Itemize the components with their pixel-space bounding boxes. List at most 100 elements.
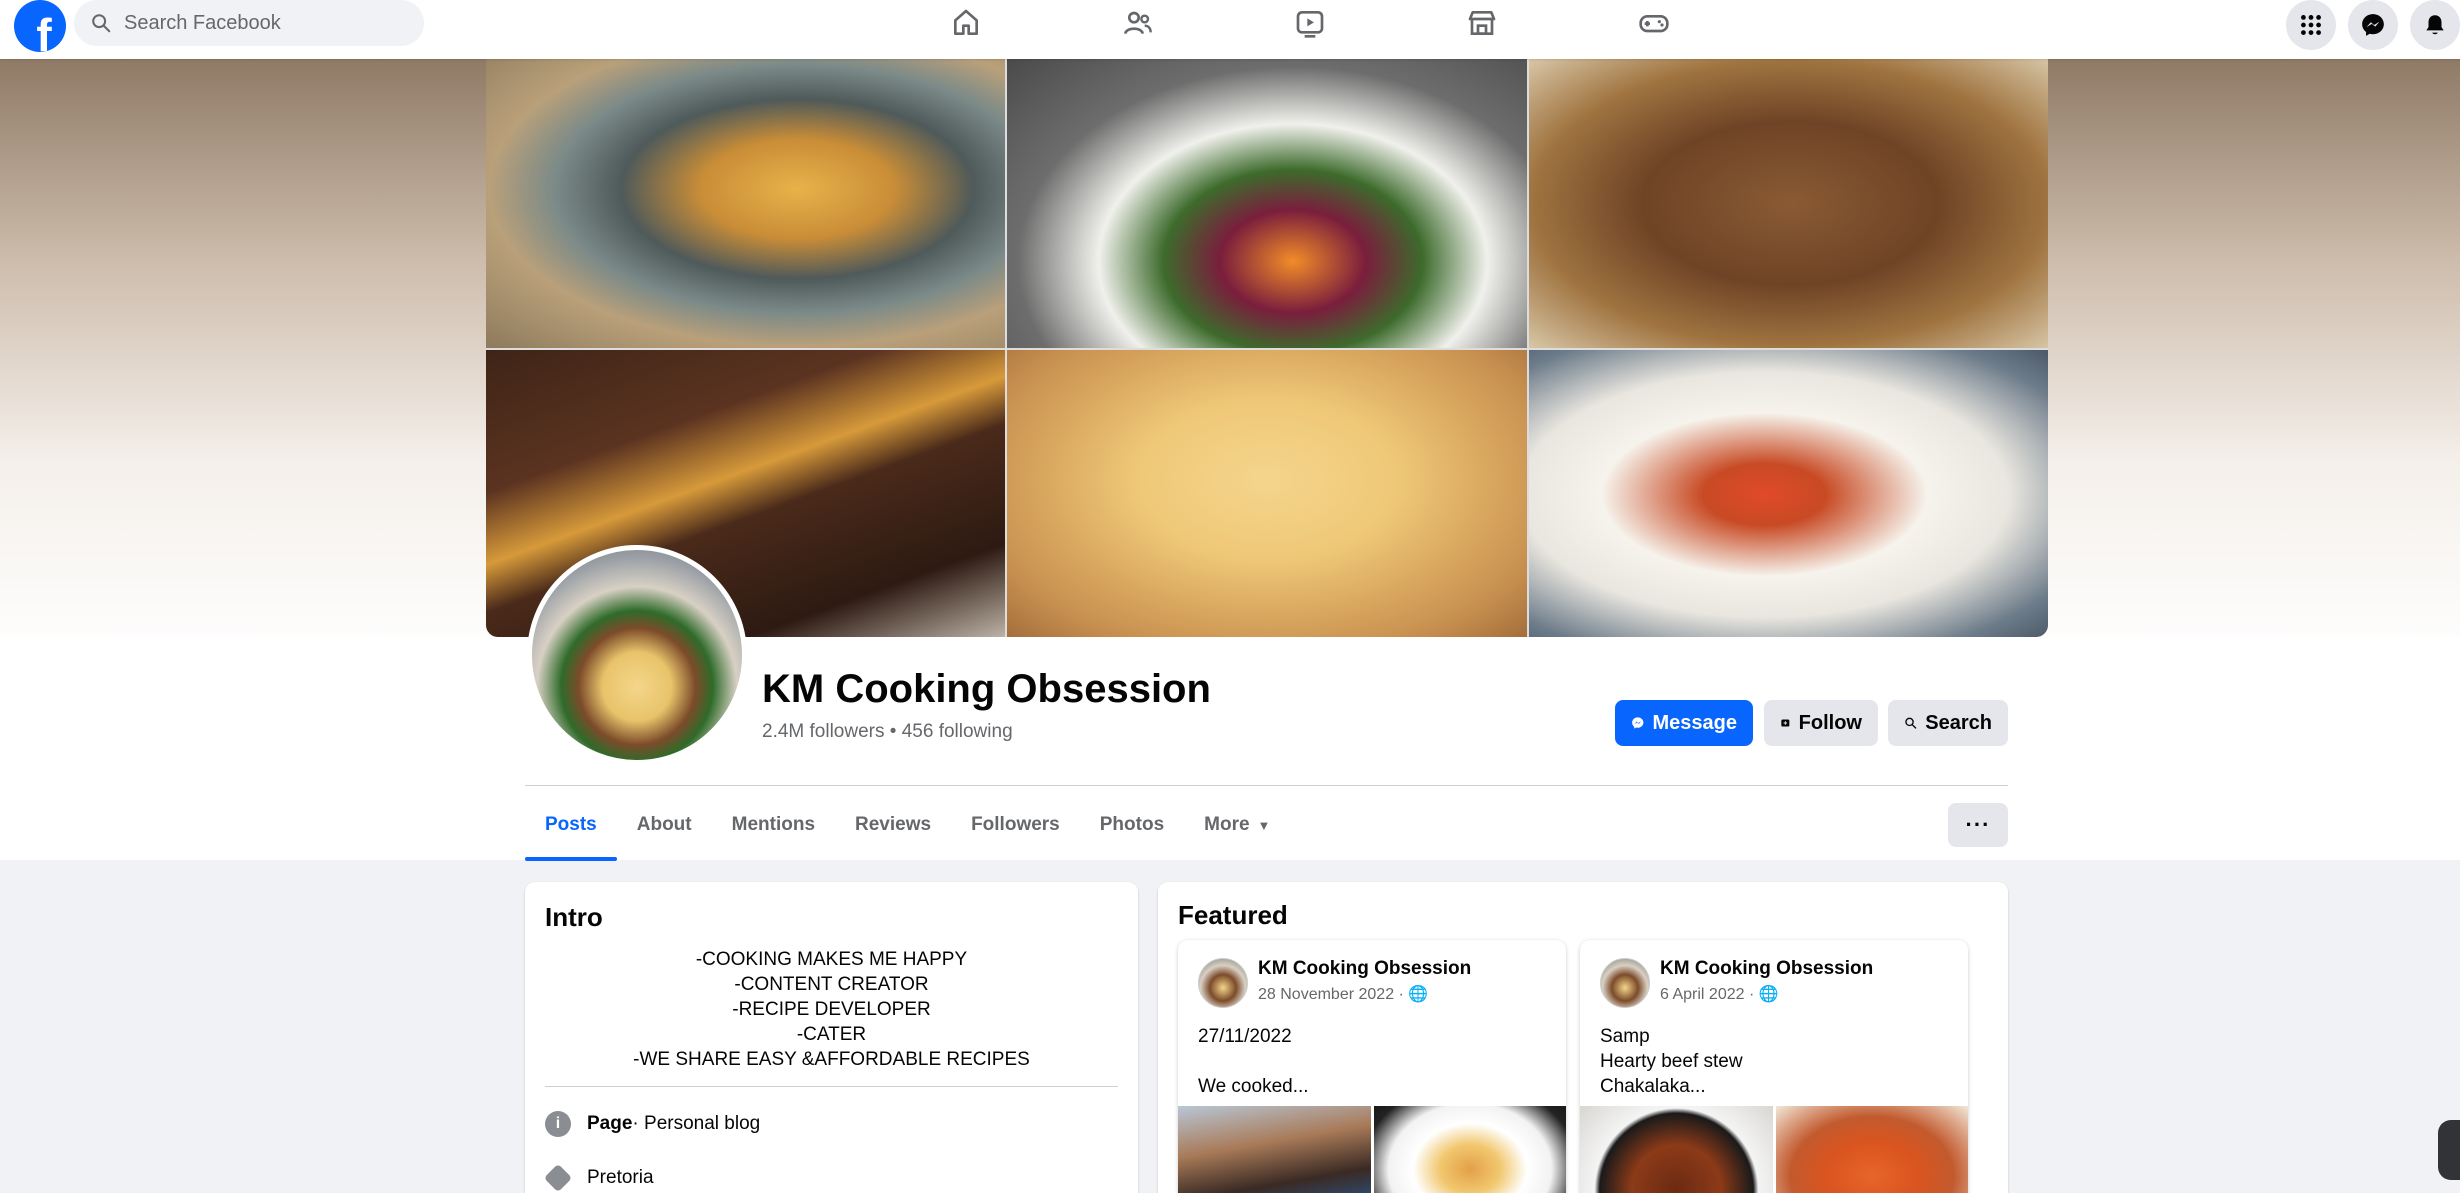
tab-mentions[interactable]: Mentions: [712, 789, 835, 861]
cover-photo[interactable]: [486, 59, 2048, 637]
tab-reviews[interactable]: Reviews: [835, 789, 951, 861]
post-line: 27/11/2022: [1198, 1026, 1292, 1047]
marketplace-icon: [1468, 10, 1496, 35]
menu-grid-icon: [2301, 15, 2321, 35]
post-date-text: 6 April 2022 ·: [1660, 986, 1759, 1003]
tab-label: Followers: [971, 814, 1060, 835]
featured-card: Featured KM Cooking Obsession 28 Novembe…: [1158, 882, 2008, 1193]
main-nav: [880, 0, 1740, 46]
follower-stats: 2.4M followers • 456 following: [762, 721, 1013, 743]
bio-line: -CATER: [796, 1024, 867, 1045]
follow-icon: [1781, 719, 1790, 727]
profile-tabs: Posts About Mentions Reviews Followers P…: [525, 789, 1290, 861]
page-category-value: · Personal blog: [632, 1113, 761, 1134]
search-page-button[interactable]: Search: [1888, 700, 2008, 746]
home-icon: [954, 9, 978, 35]
nav-video[interactable]: [1224, 0, 1396, 46]
follow-button-label: Follow: [1798, 711, 1862, 734]
search-box[interactable]: [74, 0, 424, 46]
post-images[interactable]: [1178, 1106, 1566, 1193]
globe-icon: 🌐: [1758, 986, 1779, 1003]
post-text: Samp Hearty beef stew Chakalaka...: [1600, 1024, 1743, 1099]
post-author-avatar[interactable]: [1600, 958, 1650, 1008]
nav-home[interactable]: [880, 0, 1052, 46]
friends-icon: [1124, 11, 1152, 35]
globe-icon: 🌐: [1408, 986, 1429, 1003]
directions-icon: [543, 1163, 573, 1193]
chat-edge-handle[interactable]: [2438, 1120, 2460, 1180]
post-line: Chakalaka...: [1600, 1076, 1706, 1097]
facebook-logo[interactable]: f: [14, 0, 66, 52]
intro-card: Intro -COOKING MAKES ME HAPPY -CONTENT C…: [525, 882, 1138, 1193]
featured-post[interactable]: KM Cooking Obsession 28 November 2022 · …: [1178, 940, 1566, 1193]
cover-image-stew: [1529, 59, 2048, 348]
post-text: 27/11/2022 We cooked...: [1198, 1024, 1309, 1099]
profile-picture[interactable]: [527, 545, 747, 765]
post-author[interactable]: KM Cooking Obsession: [1258, 958, 1471, 980]
post-image[interactable]: [1580, 1106, 1773, 1193]
location-row: Pretoria: [543, 1163, 1118, 1193]
bio-line: -CONTENT CREATOR: [734, 974, 929, 995]
nav-marketplace[interactable]: [1396, 0, 1568, 46]
messenger-icon: [1632, 717, 1644, 729]
location-value[interactable]: Pretoria: [587, 1167, 654, 1189]
info-icon: i: [545, 1111, 571, 1137]
post-image[interactable]: [1775, 1106, 1968, 1193]
following-count[interactable]: 456 following: [902, 721, 1013, 742]
post-image[interactable]: [1178, 1106, 1371, 1193]
more-options-button[interactable]: ···: [1948, 803, 2008, 847]
top-navigation-bar: f: [0, 0, 2460, 59]
follow-button[interactable]: Follow: [1764, 700, 1878, 746]
search-input[interactable]: [124, 11, 404, 35]
tab-label: Posts: [545, 814, 597, 835]
tab-label: About: [636, 814, 692, 835]
post-images[interactable]: [1580, 1106, 1968, 1193]
post-author[interactable]: KM Cooking Obsession: [1660, 958, 1873, 980]
tab-photos[interactable]: Photos: [1080, 789, 1184, 861]
tab-label: More: [1204, 814, 1250, 835]
post-image[interactable]: [1373, 1106, 1566, 1193]
post-author-avatar[interactable]: [1198, 958, 1248, 1008]
notifications-button[interactable]: [2410, 0, 2460, 50]
video-icon: [1296, 10, 1324, 38]
page-category-label: Page: [587, 1113, 633, 1134]
post-date[interactable]: 6 April 2022 · 🌐: [1660, 984, 1779, 1004]
notifications-icon: [2426, 15, 2444, 35]
messenger-icon: [2362, 14, 2384, 36]
post-line: [1198, 1049, 1309, 1074]
post-date-text: 28 November 2022 ·: [1258, 986, 1409, 1003]
gaming-icon: [1639, 14, 1669, 33]
message-button[interactable]: Message: [1615, 700, 1753, 746]
intro-bio: -COOKING MAKES ME HAPPY -CONTENT CREATOR…: [545, 947, 1118, 1072]
cover-image-salad: [1007, 59, 1527, 348]
followers-count[interactable]: 2.4M followers: [762, 721, 885, 742]
featured-title: Featured: [1178, 900, 1288, 930]
message-button-label: Message: [1652, 711, 1738, 734]
nav-gaming[interactable]: [1568, 0, 1740, 46]
tab-more[interactable]: More ▼: [1184, 789, 1290, 861]
post-line: Hearty beef stew: [1600, 1051, 1743, 1072]
header-divider: [525, 785, 2008, 786]
bio-line: -WE SHARE EASY &AFFORDABLE RECIPES: [633, 1049, 1030, 1070]
post-date[interactable]: 28 November 2022 · 🌐: [1258, 984, 1428, 1004]
menu-button[interactable]: [2286, 0, 2336, 50]
tab-followers[interactable]: Followers: [951, 789, 1080, 861]
tab-about[interactable]: About: [617, 789, 712, 861]
search-button-label: Search: [1925, 711, 1992, 734]
post-line: Samp: [1600, 1026, 1650, 1047]
tab-label: Reviews: [855, 814, 932, 835]
nav-friends[interactable]: [1052, 0, 1224, 46]
intro-divider: [545, 1086, 1118, 1087]
tab-label: Photos: [1099, 814, 1165, 835]
bio-line: -RECIPE DEVELOPER: [732, 999, 931, 1020]
top-right-actions: [2286, 0, 2460, 50]
cover-image-pasta: [486, 59, 1005, 348]
search-icon: [92, 14, 111, 33]
featured-post[interactable]: KM Cooking Obsession 6 April 2022 · 🌐 Sa…: [1580, 940, 1968, 1193]
tab-posts[interactable]: Posts: [525, 789, 617, 861]
caret-down-icon: ▼: [1257, 817, 1271, 833]
post-line: We cooked...: [1198, 1076, 1309, 1097]
page-title: KM Cooking Obsession: [762, 667, 1211, 711]
messenger-button[interactable]: [2348, 0, 2398, 50]
bio-line: -COOKING MAKES ME HAPPY: [695, 949, 968, 970]
